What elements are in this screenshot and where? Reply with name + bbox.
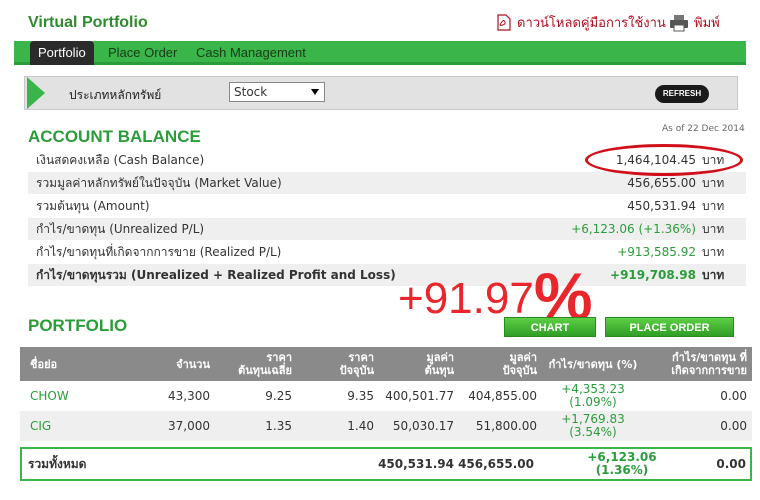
balance-value: +913,585.92	[617, 245, 696, 259]
cell-price: 9.35	[297, 381, 379, 411]
total-realized: 0.00	[716, 457, 746, 471]
pdf-icon	[497, 14, 511, 31]
balance-unit: บาท	[702, 176, 725, 190]
main-nav: Portfolio Place Order Cash Management	[14, 41, 746, 65]
cell-realized: 0.00	[644, 381, 752, 411]
balance-label: รวมต้นทุน (Amount)	[36, 199, 150, 213]
col-header-price: ราคา ปัจจุบัน	[297, 347, 379, 381]
balance-label: กำไร/ขาดทุน (Unrealized P/L)	[36, 222, 205, 236]
total-label: รวมทั้งหมด	[28, 457, 87, 471]
col-header-realized-text: กำไร/ขาดทุน ที่ เกิดจากการขาย	[671, 351, 747, 377]
cell-gl-pct: (1.09%)	[569, 395, 617, 409]
balance-label: กำไร/ขาดทุนที่เกิดจากการขาย (Realized P/…	[36, 245, 282, 259]
col-header-price-text: ราคา ปัจจุบัน	[339, 351, 374, 377]
total-gl: +6,123.06 (1.36%)	[574, 451, 670, 477]
cell-avg-cost: 9.25	[215, 381, 297, 411]
print-label: พิมพ์	[694, 16, 720, 31]
security-type-filter: ประเภทหลักทรัพย์ Stock REFRESH	[24, 76, 738, 110]
col-header-qty: จำนวน	[120, 347, 215, 381]
cell-market-value: 51,800.00	[459, 411, 542, 441]
total-cost-value: 450,531.94	[378, 457, 454, 471]
print-link[interactable]: พิมพ์	[669, 12, 720, 33]
col-header-avg-cost-text: ราคา ต้นทุนเฉลี่ย	[238, 351, 292, 377]
cell-gl-pct: (3.54%)	[569, 425, 617, 439]
balance-label: รวมมูลค่าหลักทรัพย์ในปัจจุบัน (Market Va…	[36, 176, 282, 190]
refresh-button[interactable]: REFRESH	[655, 85, 709, 103]
col-header-avg-cost: ราคา ต้นทุนเฉลี่ย	[215, 347, 297, 381]
total-gl-pct: (1.36%)	[595, 463, 649, 477]
table-row[interactable]: CHOW 43,300 9.25 9.35 400,501.77 404,855…	[20, 381, 752, 411]
table-header-row: ชื่อย่อ จำนวน ราคา ต้นทุนเฉลี่ย ราคา ปัจ…	[20, 347, 752, 381]
download-manual-link[interactable]: ดาวน์โหลดคู่มือการใช้งาน	[497, 12, 666, 33]
page-header: Virtual Portfolio ดาวน์โหลดคู่มือการใช้ง…	[0, 0, 760, 42]
tab-portfolio[interactable]: Portfolio	[30, 41, 94, 65]
balance-row-total-pl: กำไร/ขาดทุนรวม (Unrealized + Realized Pr…	[28, 264, 746, 286]
balance-unit: บาท	[702, 245, 725, 259]
place-order-button[interactable]: PLACE ORDER	[605, 317, 734, 337]
chart-button[interactable]: CHART	[504, 317, 596, 337]
portfolio-title: PORTFOLIO	[28, 316, 128, 335]
portfolio-table: ชื่อย่อ จำนวน ราคา ต้นทุนเฉลี่ย ราคา ปัจ…	[20, 347, 752, 441]
cell-gl: +4,353.23 (1.09%)	[542, 381, 644, 411]
cell-avg-cost: 1.35	[215, 411, 297, 441]
col-header-realized: กำไร/ขาดทุน ที่ เกิดจากการขาย	[644, 347, 752, 381]
col-header-market-value: มูลค่า ปัจจุบัน	[459, 347, 542, 381]
highlight-circle	[585, 144, 743, 176]
percent-annotation-number: +91.97	[398, 274, 534, 323]
as-of-date: As of 22 Dec 2014	[662, 124, 745, 134]
cell-realized: 0.00	[644, 411, 752, 441]
cell-cost-value: 50,030.17	[379, 411, 459, 441]
security-type-label: ประเภทหลักทรัพย์	[69, 88, 162, 102]
balance-label: เงินสดคงเหลือ (Cash Balance)	[36, 153, 205, 167]
col-header-cost-value-text: มูลค่า ต้นทุน	[424, 351, 454, 377]
app-title: Virtual Portfolio	[28, 14, 148, 31]
table-total-row: รวมทั้งหมด 450,531.94 456,655.00 +6,123.…	[20, 447, 752, 481]
balance-row-market-value: รวมมูลค่าหลักทรัพย์ในปัจจุบัน (Market Va…	[28, 172, 746, 194]
balance-row-unrealized: กำไร/ขาดทุน (Unrealized P/L) +6,123.06 (…	[28, 218, 746, 240]
balance-value: +6,123.06 (+1.36%)	[571, 222, 696, 236]
arrow-icon	[27, 77, 45, 109]
cell-qty: 37,000	[120, 411, 215, 441]
tab-cash-management[interactable]: Cash Management	[196, 41, 306, 65]
balance-unit: บาท	[702, 199, 725, 213]
table-row[interactable]: CIG 37,000 1.35 1.40 50,030.17 51,800.00…	[20, 411, 752, 441]
printer-icon	[670, 14, 688, 31]
col-header-cost-value: มูลค่า ต้นทุน	[379, 347, 459, 381]
col-header-market-value-text: มูลค่า ปัจจุบัน	[502, 351, 537, 377]
balance-label: กำไร/ขาดทุนรวม (Unrealized + Realized Pr…	[36, 268, 396, 282]
chevron-down-icon	[311, 89, 319, 95]
cell-market-value: 404,855.00	[459, 381, 542, 411]
balance-row-realized: กำไร/ขาดทุนที่เกิดจากการขาย (Realized P/…	[28, 241, 746, 263]
cell-qty: 43,300	[120, 381, 215, 411]
account-balance-title: ACCOUNT BALANCE	[28, 127, 201, 146]
total-market-value: 456,655.00	[458, 457, 534, 471]
tab-place-order[interactable]: Place Order	[108, 41, 177, 65]
balance-row-amount: รวมต้นทุน (Amount) 450,531.94 บาท	[28, 195, 746, 217]
cell-symbol[interactable]: CHOW	[20, 381, 120, 411]
balance-value: +919,708.98	[610, 268, 696, 282]
download-manual-label: ดาวน์โหลดคู่มือการใช้งาน	[517, 16, 666, 31]
cell-gl: +1,769.83 (3.54%)	[542, 411, 644, 441]
balance-value: 450,531.94	[627, 199, 696, 213]
security-type-select[interactable]: Stock	[229, 82, 325, 102]
cell-symbol[interactable]: CIG	[20, 411, 120, 441]
col-header-symbol: ชื่อย่อ	[20, 347, 120, 381]
col-header-gl-pct: กำไร/ขาดทุน (%)	[542, 347, 644, 381]
cell-price: 1.40	[297, 411, 379, 441]
cell-cost-value: 400,501.77	[379, 381, 459, 411]
balance-unit: บาท	[702, 268, 725, 282]
balance-unit: บาท	[702, 222, 725, 236]
security-type-value: Stock	[234, 85, 268, 99]
